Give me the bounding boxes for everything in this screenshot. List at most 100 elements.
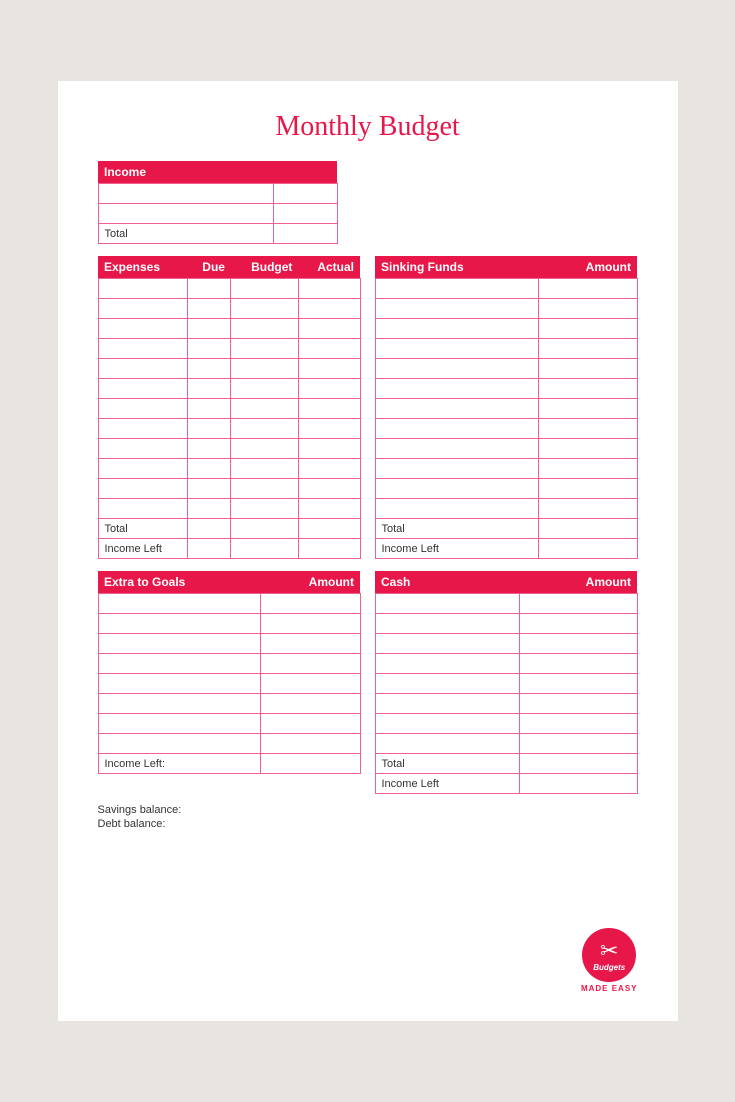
cash-amount-3[interactable]	[519, 634, 637, 654]
expense-due-4[interactable]	[187, 339, 231, 359]
expense-budget-10[interactable]	[231, 459, 298, 479]
expense-actual-10[interactable]	[298, 459, 360, 479]
cash-name-5[interactable]	[375, 674, 519, 694]
sinking-amount-1[interactable]	[538, 279, 637, 299]
expense-budget-7[interactable]	[231, 399, 298, 419]
cash-amount-1[interactable]	[519, 594, 637, 614]
cash-total-value[interactable]	[519, 754, 637, 774]
extra-goal-amount-4[interactable]	[260, 654, 360, 674]
extra-goal-amount-3[interactable]	[260, 634, 360, 654]
expense-due-10[interactable]	[187, 459, 231, 479]
sinking-amount-6[interactable]	[538, 379, 637, 399]
sinking-name-8[interactable]	[375, 419, 538, 439]
expenses-income-left-due[interactable]	[187, 539, 231, 559]
expense-due-1[interactable]	[187, 279, 231, 299]
expense-name-4[interactable]	[98, 339, 187, 359]
cash-amount-4[interactable]	[519, 654, 637, 674]
income-name-2[interactable]	[98, 204, 274, 224]
sinking-name-4[interactable]	[375, 339, 538, 359]
sinking-name-12[interactable]	[375, 499, 538, 519]
sinking-name-3[interactable]	[375, 319, 538, 339]
expense-actual-5[interactable]	[298, 359, 360, 379]
cash-name-4[interactable]	[375, 654, 519, 674]
cash-amount-5[interactable]	[519, 674, 637, 694]
sinking-amount-2[interactable]	[538, 299, 637, 319]
sinking-income-left-value[interactable]	[538, 539, 637, 559]
cash-amount-7[interactable]	[519, 714, 637, 734]
sinking-name-10[interactable]	[375, 459, 538, 479]
extra-goal-name-6[interactable]	[98, 694, 260, 714]
expense-actual-4[interactable]	[298, 339, 360, 359]
cash-amount-2[interactable]	[519, 614, 637, 634]
expenses-total-due[interactable]	[187, 519, 231, 539]
expense-budget-11[interactable]	[231, 479, 298, 499]
extra-goal-amount-6[interactable]	[260, 694, 360, 714]
expense-name-1[interactable]	[98, 279, 187, 299]
expense-actual-7[interactable]	[298, 399, 360, 419]
expense-due-6[interactable]	[187, 379, 231, 399]
expenses-income-left-actual[interactable]	[298, 539, 360, 559]
sinking-amount-9[interactable]	[538, 439, 637, 459]
cash-name-8[interactable]	[375, 734, 519, 754]
expense-budget-2[interactable]	[231, 299, 298, 319]
expense-actual-1[interactable]	[298, 279, 360, 299]
extra-goals-income-left-value[interactable]	[260, 754, 360, 774]
expense-budget-8[interactable]	[231, 419, 298, 439]
expense-actual-2[interactable]	[298, 299, 360, 319]
expense-name-5[interactable]	[98, 359, 187, 379]
expense-due-9[interactable]	[187, 439, 231, 459]
expense-due-11[interactable]	[187, 479, 231, 499]
sinking-name-7[interactable]	[375, 399, 538, 419]
expense-budget-1[interactable]	[231, 279, 298, 299]
expense-actual-8[interactable]	[298, 419, 360, 439]
extra-goal-amount-1[interactable]	[260, 594, 360, 614]
expense-actual-12[interactable]	[298, 499, 360, 519]
cash-name-1[interactable]	[375, 594, 519, 614]
extra-goal-name-2[interactable]	[98, 614, 260, 634]
expense-due-7[interactable]	[187, 399, 231, 419]
expense-name-7[interactable]	[98, 399, 187, 419]
expense-actual-6[interactable]	[298, 379, 360, 399]
extra-goal-name-3[interactable]	[98, 634, 260, 654]
expense-due-12[interactable]	[187, 499, 231, 519]
sinking-amount-4[interactable]	[538, 339, 637, 359]
expense-name-12[interactable]	[98, 499, 187, 519]
expense-due-3[interactable]	[187, 319, 231, 339]
expense-due-2[interactable]	[187, 299, 231, 319]
extra-goal-name-1[interactable]	[98, 594, 260, 614]
sinking-amount-3[interactable]	[538, 319, 637, 339]
expense-actual-9[interactable]	[298, 439, 360, 459]
expense-budget-3[interactable]	[231, 319, 298, 339]
extra-goal-amount-7[interactable]	[260, 714, 360, 734]
sinking-amount-11[interactable]	[538, 479, 637, 499]
sinking-name-6[interactable]	[375, 379, 538, 399]
expense-budget-4[interactable]	[231, 339, 298, 359]
sinking-amount-12[interactable]	[538, 499, 637, 519]
sinking-total-value[interactable]	[538, 519, 637, 539]
expenses-total-budget[interactable]	[231, 519, 298, 539]
sinking-amount-8[interactable]	[538, 419, 637, 439]
expense-name-3[interactable]	[98, 319, 187, 339]
extra-goal-amount-8[interactable]	[260, 734, 360, 754]
income-amount-2[interactable]	[274, 204, 337, 224]
extra-goal-name-8[interactable]	[98, 734, 260, 754]
sinking-name-11[interactable]	[375, 479, 538, 499]
expenses-total-actual[interactable]	[298, 519, 360, 539]
sinking-name-2[interactable]	[375, 299, 538, 319]
cash-income-left-value[interactable]	[519, 774, 637, 794]
cash-name-3[interactable]	[375, 634, 519, 654]
cash-amount-6[interactable]	[519, 694, 637, 714]
expenses-income-left-budget[interactable]	[231, 539, 298, 559]
expense-budget-5[interactable]	[231, 359, 298, 379]
expense-name-6[interactable]	[98, 379, 187, 399]
cash-name-2[interactable]	[375, 614, 519, 634]
sinking-amount-7[interactable]	[538, 399, 637, 419]
sinking-name-5[interactable]	[375, 359, 538, 379]
income-total-value[interactable]	[274, 224, 337, 244]
cash-amount-8[interactable]	[519, 734, 637, 754]
expense-due-8[interactable]	[187, 419, 231, 439]
sinking-name-1[interactable]	[375, 279, 538, 299]
expense-budget-12[interactable]	[231, 499, 298, 519]
expense-name-8[interactable]	[98, 419, 187, 439]
income-name-1[interactable]	[98, 184, 274, 204]
